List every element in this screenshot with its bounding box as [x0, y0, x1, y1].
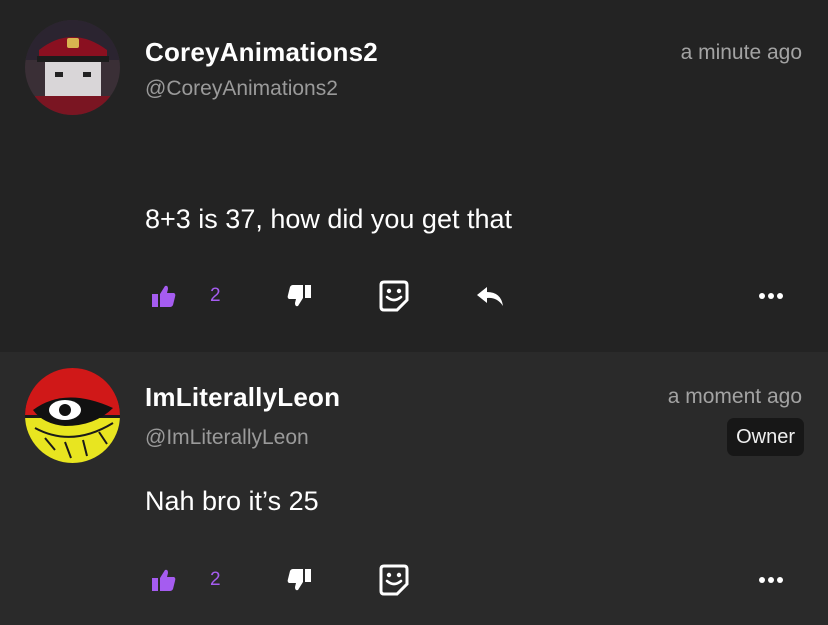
thumbs-up-icon — [152, 285, 176, 307]
comment-item: ImLiterallyLeon @ImLiterallyLeon a momen… — [0, 352, 828, 625]
avatar[interactable] — [25, 20, 120, 115]
username-handle[interactable]: @CoreyAnimations2 — [145, 77, 338, 101]
timestamp: a moment ago — [667, 385, 802, 408]
avatar[interactable] — [25, 368, 120, 463]
comment-item: CoreyAnimations2 @CoreyAnimations2 a min… — [0, 0, 828, 352]
roblox-avatar-icon — [25, 20, 120, 115]
more-options-button[interactable] — [756, 560, 786, 600]
react-button[interactable] — [378, 560, 410, 600]
reply-arrow-icon — [477, 287, 503, 306]
comment-actions: 2 — [0, 560, 828, 600]
like-button[interactable] — [149, 276, 179, 316]
eye-logo-icon — [25, 368, 120, 463]
dislike-button[interactable] — [284, 276, 314, 316]
thumbs-down-icon — [287, 569, 311, 591]
more-options-button[interactable] — [756, 276, 786, 316]
react-button[interactable] — [378, 276, 410, 316]
comment-body: Nah bro it’s 25 — [145, 486, 319, 516]
like-count: 2 — [210, 285, 221, 306]
like-button[interactable] — [149, 560, 179, 600]
reply-button[interactable] — [474, 276, 506, 316]
comment-body: 8+3 is 37, how did you get that — [145, 204, 513, 234]
more-horizontal-icon — [759, 577, 783, 583]
display-name[interactable]: ImLiterallyLeon — [145, 382, 340, 413]
smiley-sticker-icon — [379, 280, 409, 312]
timestamp: a minute ago — [680, 41, 802, 64]
like-count: 2 — [210, 569, 221, 590]
more-horizontal-icon — [759, 293, 783, 299]
display-name[interactable]: CoreyAnimations2 — [145, 37, 378, 68]
comment-actions: 2 — [0, 276, 828, 316]
dislike-button[interactable] — [284, 560, 314, 600]
thumbs-up-icon — [152, 569, 176, 591]
owner-badge: Owner — [727, 418, 804, 456]
smiley-sticker-icon — [379, 564, 409, 596]
thumbs-down-icon — [287, 285, 311, 307]
username-handle[interactable]: @ImLiterallyLeon — [145, 426, 309, 450]
